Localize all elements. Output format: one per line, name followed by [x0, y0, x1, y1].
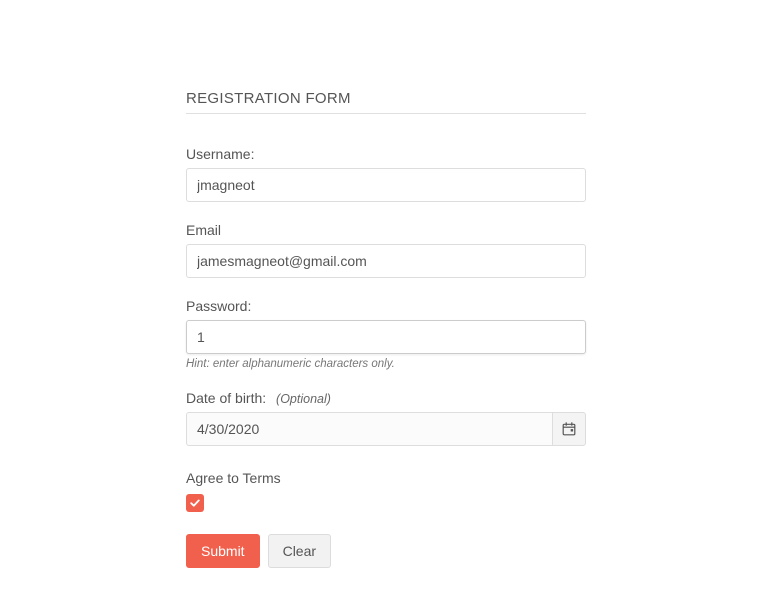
- username-label: Username:: [186, 146, 586, 162]
- email-group: Email: [186, 222, 586, 278]
- dob-label-text: Date of birth:: [186, 390, 266, 406]
- password-hint: Hint: enter alphanumeric characters only…: [186, 358, 586, 370]
- dob-input[interactable]: [186, 412, 552, 446]
- calendar-button[interactable]: [552, 412, 586, 446]
- calendar-icon: [562, 422, 576, 436]
- username-group: Username:: [186, 146, 586, 202]
- check-icon: [189, 497, 201, 509]
- form-title: REGISTRATION FORM: [186, 90, 586, 114]
- terms-label: Agree to Terms: [186, 470, 586, 486]
- username-input[interactable]: [186, 168, 586, 202]
- password-group: Password: Hint: enter alphanumeric chara…: [186, 298, 586, 370]
- submit-button[interactable]: Submit: [186, 534, 260, 568]
- terms-checkbox[interactable]: [186, 494, 204, 512]
- email-label: Email: [186, 222, 586, 238]
- terms-group: Agree to Terms: [186, 470, 586, 514]
- dob-label: Date of birth: (Optional): [186, 390, 586, 406]
- form-buttons: Submit Clear: [186, 534, 586, 568]
- email-input[interactable]: [186, 244, 586, 278]
- dob-group: Date of birth: (Optional): [186, 390, 586, 446]
- password-label: Password:: [186, 298, 586, 314]
- clear-button[interactable]: Clear: [268, 534, 331, 568]
- registration-form: REGISTRATION FORM Username: Email Passwo…: [186, 0, 586, 568]
- dob-optional: (Optional): [276, 392, 331, 406]
- dob-row: [186, 412, 586, 446]
- password-input[interactable]: [186, 320, 586, 354]
